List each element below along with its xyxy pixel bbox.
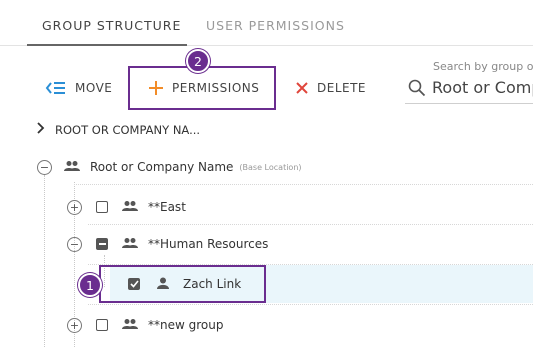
tree-line <box>44 175 45 347</box>
row-separator <box>88 224 533 225</box>
tab-group-structure[interactable]: GROUP STRUCTURE <box>42 18 181 33</box>
tree-row-zach-link[interactable]: Zach Link <box>128 275 241 293</box>
tree-row-root[interactable]: − Root or Company Name (Base Location) <box>37 158 302 176</box>
row-checkbox[interactable] <box>96 201 108 213</box>
tree-row-label: **new group <box>148 318 224 332</box>
expand-icon[interactable]: + <box>67 317 82 333</box>
tree-row-label: Root or Company Name <box>90 160 234 174</box>
tree-row-human-resources[interactable]: − **Human Resources <box>67 235 268 253</box>
row-separator <box>88 304 533 305</box>
tree-row-new-group[interactable]: + **new group <box>67 316 223 334</box>
close-icon <box>295 81 309 95</box>
base-location-label: (Base Location) <box>239 162 302 172</box>
row-separator <box>74 184 533 185</box>
group-icon <box>122 200 138 215</box>
group-icon <box>64 160 80 175</box>
chevron-right-icon <box>37 122 45 137</box>
active-tab-indicator <box>27 44 187 46</box>
row-checkbox-partial[interactable] <box>96 238 108 250</box>
move-icon <box>45 81 67 95</box>
row-checkbox-checked[interactable] <box>128 278 140 290</box>
tree-row-label: **East <box>148 200 186 214</box>
breadcrumb-label: ROOT OR COMPANY NA... <box>55 122 201 137</box>
move-button[interactable]: MOVE <box>45 78 112 98</box>
group-icon <box>122 237 138 252</box>
group-icon <box>122 318 138 333</box>
person-icon <box>157 277 169 292</box>
tree-row-label: **Human Resources <box>148 237 269 251</box>
callout-badge-2: 2 <box>186 49 210 73</box>
collapse-icon[interactable]: − <box>37 159 52 175</box>
permissions-label: PERMISSIONS <box>172 81 260 95</box>
move-label: MOVE <box>75 81 113 95</box>
tab-user-permissions[interactable]: USER PERMISSIONS <box>206 18 345 33</box>
tree-row-east[interactable]: + **East <box>67 198 186 216</box>
search-caption: Search by group o <box>433 60 533 73</box>
tree-row-label: Zach Link <box>183 277 242 291</box>
collapse-icon[interactable]: − <box>67 236 82 252</box>
search-underline <box>405 103 533 104</box>
search-input[interactable]: Root or Comp <box>432 78 533 97</box>
row-checkbox[interactable] <box>96 319 108 331</box>
delete-button[interactable]: DELETE <box>295 78 366 98</box>
breadcrumb[interactable]: ROOT OR COMPANY NA... <box>37 122 200 137</box>
permissions-button[interactable]: PERMISSIONS <box>148 78 259 98</box>
expand-icon[interactable]: + <box>67 199 82 215</box>
delete-label: DELETE <box>317 81 367 95</box>
search-icon <box>408 79 426 101</box>
callout-badge-1: 1 <box>78 273 102 297</box>
plus-icon <box>148 80 164 96</box>
